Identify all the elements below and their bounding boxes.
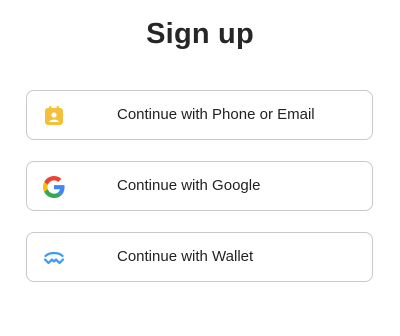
contact-card-icon [43, 105, 65, 127]
continue-phone-email-button[interactable]: Continue with Phone or Email [26, 90, 373, 140]
walletconnect-icon [43, 247, 65, 269]
continue-wallet-label: Continue with Wallet [117, 248, 254, 265]
continue-phone-email-label: Continue with Phone or Email [117, 106, 315, 123]
google-icon [43, 176, 65, 198]
signup-title: Sign up [146, 18, 254, 50]
continue-google-label: Continue with Google [117, 177, 261, 194]
continue-google-button[interactable]: Continue with Google [26, 161, 373, 211]
continue-wallet-button[interactable]: Continue with Wallet [26, 232, 373, 282]
